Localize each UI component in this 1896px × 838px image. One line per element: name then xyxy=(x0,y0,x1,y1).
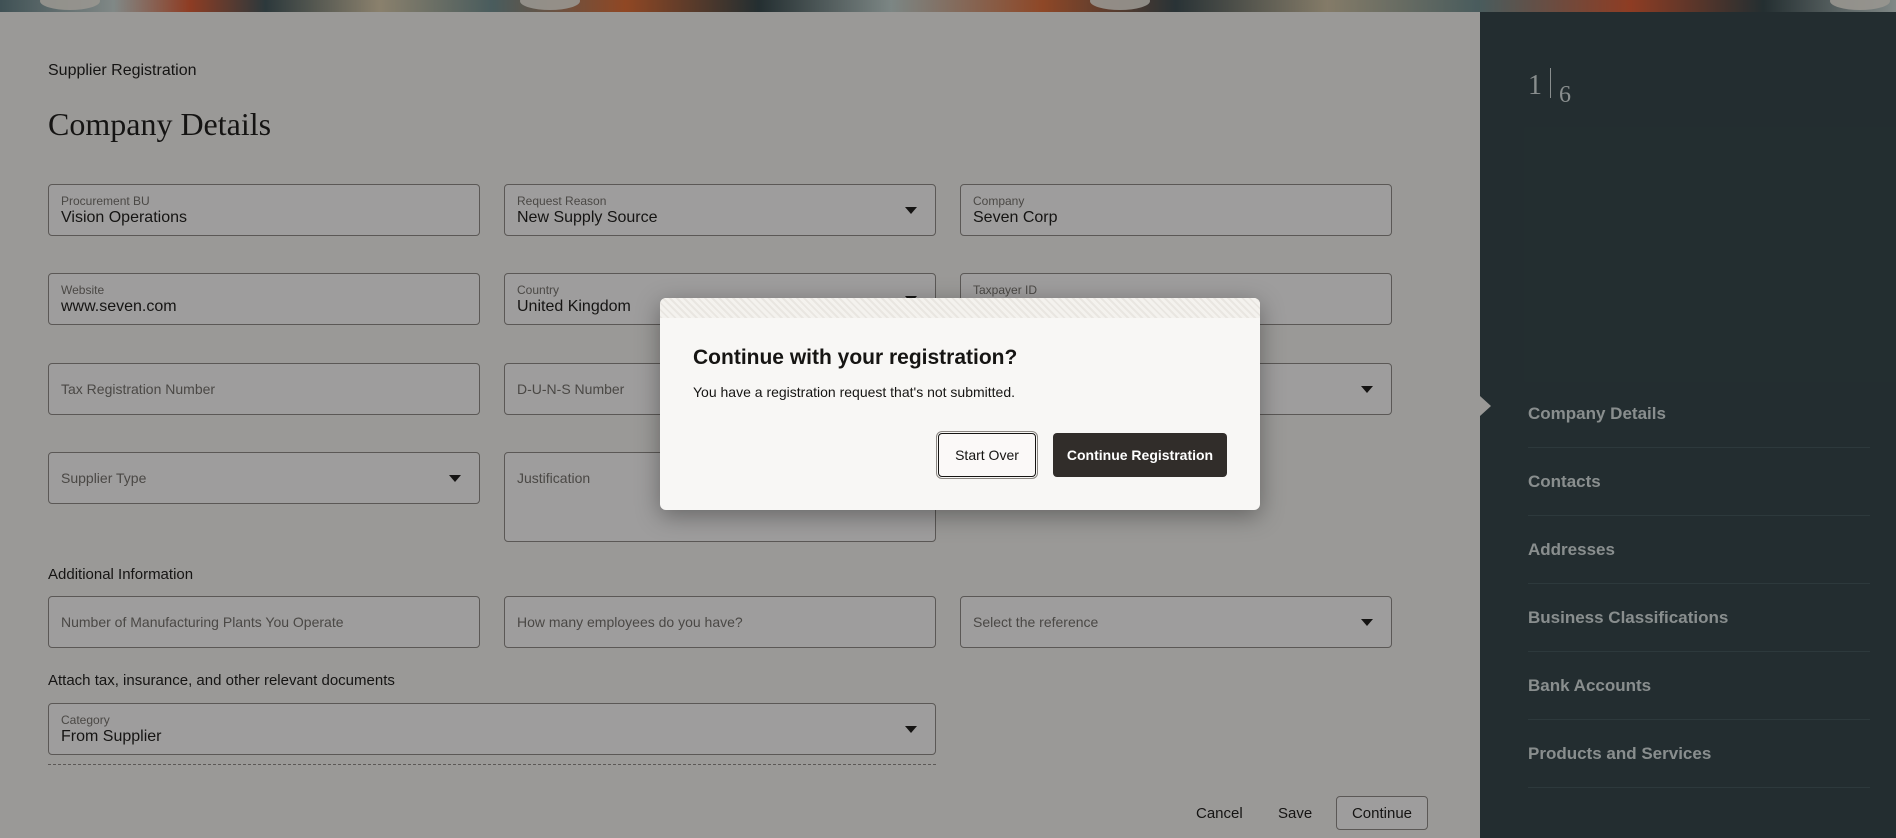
continue-registration-button[interactable]: Continue Registration xyxy=(1053,433,1227,477)
dialog-header-pattern xyxy=(660,298,1260,318)
continue-registration-dialog: Continue with your registration? You hav… xyxy=(660,298,1260,510)
start-over-button[interactable]: Start Over xyxy=(936,431,1038,479)
dialog-title: Continue with your registration? xyxy=(693,346,1018,369)
dialog-message: You have a registration request that's n… xyxy=(693,384,1016,400)
